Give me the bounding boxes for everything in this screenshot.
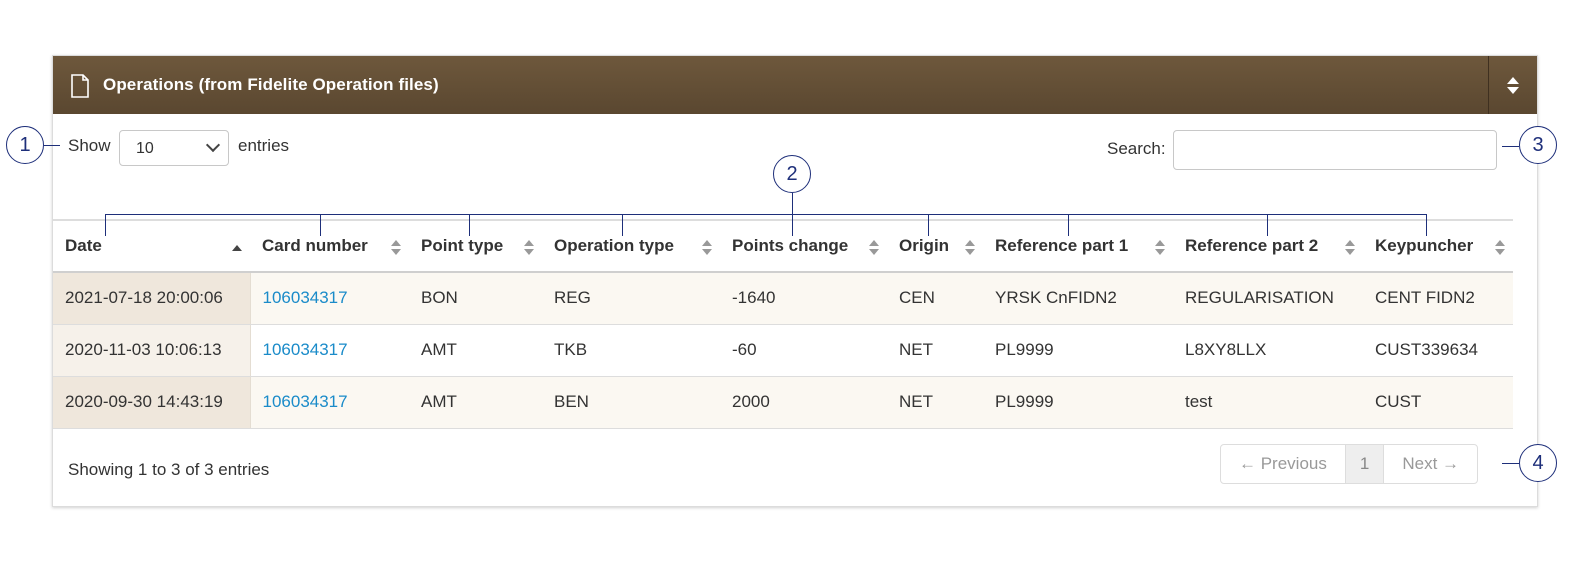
cell-card-number: 106034317 [250,272,409,325]
callout-2-tick [469,214,470,236]
callout-2-tick [622,214,623,236]
cell-keypuncher: CUST [1363,376,1513,429]
card-number-link[interactable]: 106034317 [263,288,348,307]
column-header-operation-type[interactable]: Operation type [542,219,720,273]
table-row: 2020-11-03 10:06:13 106034317 AMT TKB -6… [53,324,1513,377]
callout-4: 4 [1519,444,1557,482]
column-header-date[interactable]: Date [53,219,250,273]
sort-icon [702,240,712,256]
next-button[interactable]: Next → [1383,445,1477,483]
callout-2-tick [105,214,106,236]
cell-reference-part-2: REGULARISATION [1173,272,1363,325]
callout-2-stem [792,193,793,214]
table-row: 2021-07-18 20:00:06 106034317 BON REG -1… [53,272,1513,325]
cell-keypuncher: CUST339634 [1363,324,1513,377]
callout-2-tick [928,214,929,236]
column-header-origin[interactable]: Origin [887,219,983,273]
callout-4-leader [1502,463,1519,464]
table-row: 2020-09-30 14:43:19 106034317 AMT BEN 20… [53,376,1513,429]
callout-3-leader [1502,146,1519,147]
entries-label: entries [238,136,290,155]
entries-select-value: 10 [136,140,154,157]
table-header-row: Date Card number Point type Operation ty… [53,219,1513,273]
card-number-link[interactable]: 106034317 [263,392,348,411]
callout-1-leader [44,145,60,146]
cell-keypuncher: CENT FIDN2 [1363,272,1513,325]
document-icon [71,74,89,98]
sort-icon [1495,240,1505,256]
pagination: ← Previous 1 Next → [1220,444,1479,484]
search-input[interactable] [1173,130,1497,170]
cell-operation-type: BEN [542,376,720,429]
callout-3: 3 [1519,126,1557,164]
entries-select[interactable]: 10 [119,130,229,166]
cell-reference-part-2: L8XY8LLX [1173,324,1363,377]
sort-icon [965,240,975,256]
callout-2-tick [1267,214,1268,236]
callout-2: 2 [773,155,811,193]
previous-button[interactable]: ← Previous [1221,445,1345,483]
cell-reference-part-1: YRSK CnFIDN2 [983,272,1173,325]
callout-2-tick [320,214,321,236]
collapse-toggle-icon[interactable] [1489,56,1537,114]
page-1-button[interactable]: 1 [1344,445,1384,483]
cell-card-number: 106034317 [250,376,409,429]
column-header-reference-part-2[interactable]: Reference part 2 [1173,219,1363,273]
sort-icon [524,240,534,256]
table-info: Showing 1 to 3 of 3 entries [68,460,270,479]
cell-card-number: 106034317 [250,324,409,377]
operations-table: Date Card number Point type Operation ty… [53,219,1513,429]
callout-2-tick [1068,214,1069,236]
cell-operation-type: REG [542,272,720,325]
column-header-point-type[interactable]: Point type [409,219,542,273]
cell-reference-part-1: PL9999 [983,376,1173,429]
column-header-card-number[interactable]: Card number [250,219,409,273]
cell-points-change: 2000 [720,376,887,429]
cell-points-change: -60 [720,324,887,377]
show-label: Show [68,136,111,155]
cell-point-type: AMT [409,376,542,429]
callout-2-tick [792,214,793,236]
column-header-reference-part-1[interactable]: Reference part 1 [983,219,1173,273]
cell-origin: NET [887,324,983,377]
column-header-keypuncher[interactable]: Keypuncher [1363,219,1513,273]
sort-icon [1345,240,1355,256]
sort-asc-icon [232,240,242,256]
panel-title: Operations (from Fidelite Operation file… [103,75,439,94]
search-label: Search: [1107,139,1166,158]
cell-points-change: -1640 [720,272,887,325]
cell-origin: NET [887,376,983,429]
panel-header: Operations (from Fidelite Operation file… [53,56,1537,114]
card-number-link[interactable]: 106034317 [263,340,348,359]
cell-date: 2020-09-30 14:43:19 [53,376,251,429]
callout-2-tick [1426,214,1427,236]
callout-2-bracket [105,214,1427,215]
chevron-down-icon [205,137,221,153]
cell-reference-part-2: test [1173,376,1363,429]
cell-origin: CEN [887,272,983,325]
column-header-points-change[interactable]: Points change [720,219,887,273]
cell-reference-part-1: PL9999 [983,324,1173,377]
sort-icon [391,240,401,256]
callout-1: 1 [6,126,44,164]
cell-operation-type: TKB [542,324,720,377]
cell-date: 2021-07-18 20:00:06 [53,272,251,325]
cell-point-type: AMT [409,324,542,377]
cell-date: 2020-11-03 10:06:13 [53,324,251,377]
sort-icon [869,240,879,256]
sort-icon [1155,240,1165,256]
cell-point-type: BON [409,272,542,325]
operations-panel: Operations (from Fidelite Operation file… [52,55,1538,507]
